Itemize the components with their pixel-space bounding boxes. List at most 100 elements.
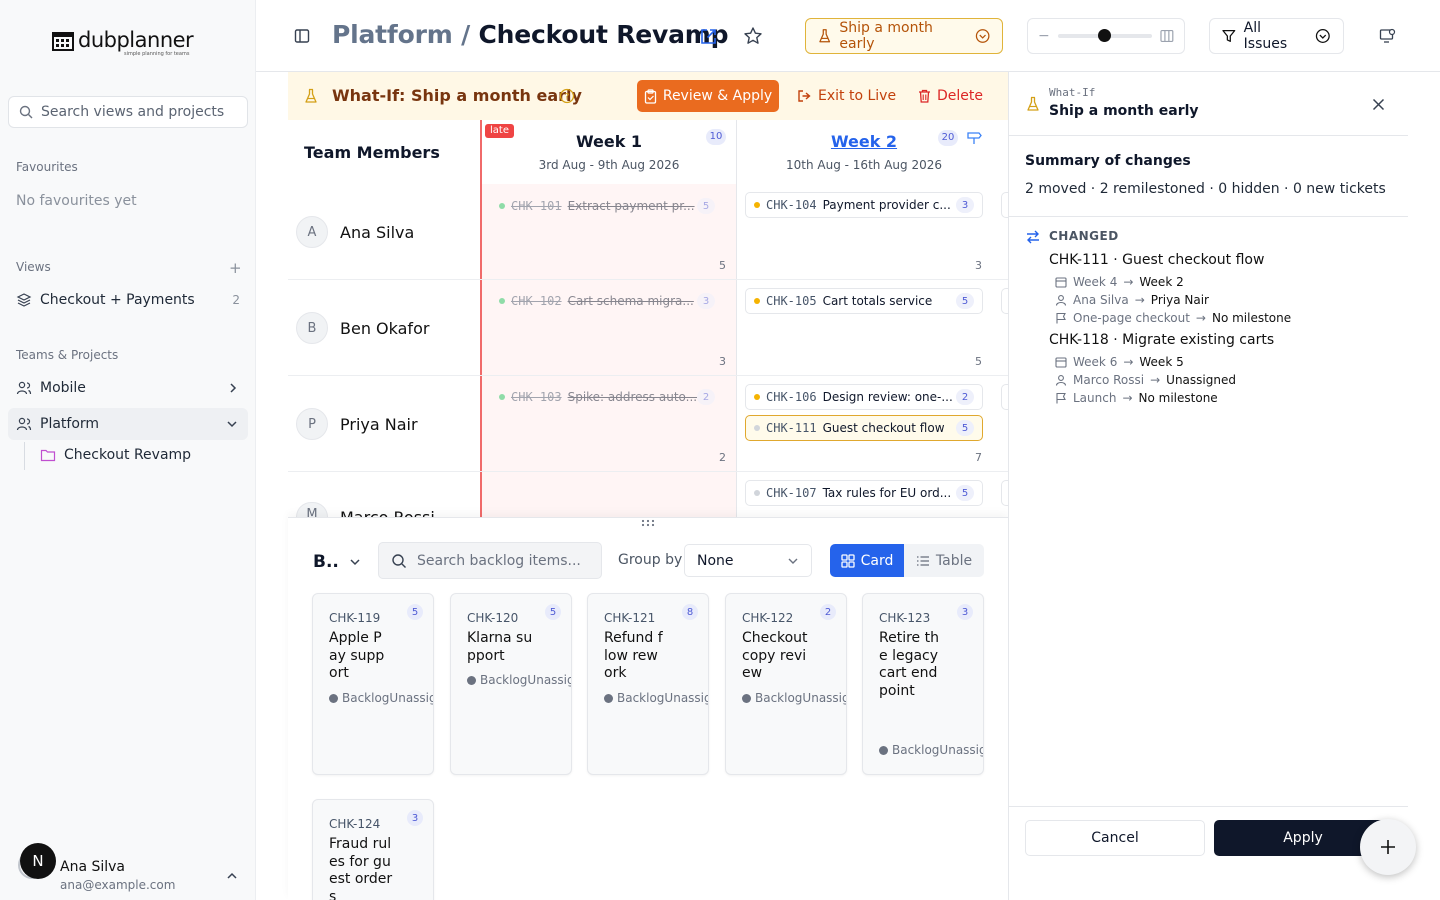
panel-title: Ship a month early: [1049, 103, 1199, 119]
flask-icon: [1027, 96, 1039, 111]
member-name[interactable]: Ana Silva: [340, 223, 414, 242]
ticket-card-changed[interactable]: CHK-111 Guest checkout flow 5: [745, 415, 983, 441]
status-dot: [754, 394, 760, 400]
sidebar-search[interactable]: Search views and projects: [8, 96, 248, 128]
backlog-card[interactable]: CHK-124 3 Fraud rules for guest orders: [312, 799, 434, 900]
ticket-card[interactable]: CHK-104 Payment provider c... 3: [745, 192, 983, 218]
ticket-title: Fraud rules for guest orders: [329, 836, 393, 900]
grid-icon: [840, 553, 855, 568]
ticket-card[interactable]: CHK-106 Design review: one-... 2: [745, 384, 983, 410]
teams-label: Teams & Projects: [16, 348, 119, 362]
backlog-card[interactable]: CHK-119 5 Apple Pay support BacklogUnass…: [312, 593, 434, 775]
change-week: Week 4 → Week 2: [1055, 275, 1184, 289]
zoom-control[interactable]: −: [1027, 18, 1185, 54]
ticket-points: 5: [956, 420, 974, 436]
backlog-card[interactable]: CHK-120 5 Klarna support BacklogUnassign…: [450, 593, 572, 775]
logo[interactable]: dubplanner simple planning for teams: [52, 28, 194, 57]
sidebar-item-checkout-payments[interactable]: Checkout + Payments 2: [8, 284, 248, 316]
issue-filter[interactable]: All Issues: [1209, 18, 1344, 54]
close-icon[interactable]: [1372, 98, 1385, 111]
signpost-icon[interactable]: [966, 131, 982, 145]
ticket-points: 2: [956, 389, 974, 405]
delete-scenario-button[interactable]: Delete: [918, 80, 983, 112]
change-from: Launch: [1073, 391, 1117, 405]
scenario-selector[interactable]: Ship a month early: [805, 18, 1003, 54]
chevron-down-icon[interactable]: [349, 557, 361, 567]
drag-handle-icon[interactable]: [641, 519, 655, 527]
sidebar-item-checkout-revamp[interactable]: Checkout Revamp: [32, 440, 248, 470]
external-link-icon[interactable]: [699, 27, 718, 46]
ticket-points: 5: [407, 604, 423, 620]
week-1-range: 3rd Aug - 9th Aug 2026: [538, 158, 680, 172]
floating-add-button[interactable]: [1360, 819, 1416, 875]
panel-kicker: What-If: [1049, 86, 1096, 99]
sidebar-toggle-icon[interactable]: [294, 28, 310, 44]
scenario-label: Ship a month early: [839, 20, 933, 52]
ticket-title: Checkout copy review: [742, 630, 808, 681]
status-dot: [499, 394, 505, 400]
breadcrumb-parent[interactable]: Platform: [332, 20, 453, 49]
member-name[interactable]: Priya Nair: [340, 415, 418, 434]
ticket-card[interactable]: CHK-105 Cart totals service 5: [745, 288, 983, 314]
status-dot: [467, 675, 476, 685]
cell-points-total: 5: [719, 259, 726, 272]
sidebar-item-mobile[interactable]: Mobile: [8, 372, 248, 404]
sidebar-item-platform[interactable]: Platform: [8, 408, 248, 440]
change-title[interactable]: CHK-111 · Guest checkout flow: [1049, 252, 1264, 268]
member-name[interactable]: Marco Rossi: [340, 508, 435, 517]
sidebar-item-label: Checkout + Payments: [40, 292, 195, 308]
favourites-label: Favourites: [16, 160, 78, 174]
backlog-search-input[interactable]: Search backlog items...: [378, 542, 602, 579]
clipboard-icon: [644, 88, 656, 104]
week-2-range: 10th Aug - 16th Aug 2026: [786, 158, 942, 172]
backlog-card[interactable]: CHK-121 8 Refund flow rework BacklogUnas…: [587, 593, 709, 775]
tree-line: [24, 442, 25, 470]
change-title[interactable]: CHK-118 · Migrate existing carts: [1049, 332, 1274, 348]
backlog-card[interactable]: CHK-123 3 Retire the legacy cart endpoin…: [862, 593, 984, 775]
users-icon: [16, 417, 32, 431]
sidebar-item-label: Platform: [40, 416, 100, 432]
ticket-title: Cart schema migra...: [567, 294, 694, 308]
flag-icon: [1056, 312, 1066, 324]
ticket-id: CHK-121: [604, 611, 656, 625]
ticket-card[interactable]: CHK-107 Tax rules for EU ord... 5: [745, 480, 983, 506]
columns-icon[interactable]: [1160, 29, 1174, 43]
ticket-id: CHK-106: [766, 390, 817, 404]
zoom-out-icon[interactable]: −: [1038, 28, 1050, 44]
ticket-card-moved[interactable]: CHK-101 Extract payment pr... 5: [490, 193, 724, 219]
card-view-toggle[interactable]: Card: [830, 544, 904, 577]
filter-label: All Issues: [1243, 20, 1288, 52]
panel-footer-divider: [1009, 806, 1408, 807]
review-apply-button[interactable]: Review & Apply: [637, 80, 779, 112]
ticket-card-moved[interactable]: CHK-103 Spike: address auto... 2: [490, 384, 724, 410]
ticket-id: CHK-111: [766, 421, 817, 435]
help-icon[interactable]: ?: [559, 88, 575, 104]
ticket-points: 3: [957, 604, 973, 620]
backlog-title[interactable]: B..: [313, 552, 339, 572]
zoom-slider-thumb[interactable]: [1097, 29, 1111, 42]
exit-to-live-button[interactable]: Exit to Live: [797, 80, 896, 112]
chevron-circle-icon: [975, 29, 990, 43]
whatif-title: What-If: Ship a month early: [332, 86, 582, 105]
star-icon[interactable]: [743, 26, 763, 46]
add-view-icon[interactable]: +: [229, 259, 242, 277]
change-to: Week 2: [1139, 275, 1184, 289]
group-by-select[interactable]: None: [684, 544, 812, 577]
backlog-card[interactable]: CHK-122 2 Checkout copy review BacklogUn…: [725, 593, 847, 775]
display-settings-icon[interactable]: [1379, 28, 1396, 44]
week-1-count: 10: [706, 129, 726, 145]
list-icon: [916, 555, 929, 566]
page-title: Platform / Checkout Revamp: [332, 20, 729, 49]
cancel-button[interactable]: Cancel: [1025, 820, 1205, 856]
ticket-points: 5: [956, 293, 974, 309]
svg-text:?: ?: [565, 93, 570, 103]
week-2-count: 20: [938, 130, 958, 146]
table-view-toggle[interactable]: Table: [904, 544, 984, 577]
chevron-up-icon: [227, 872, 237, 879]
avatar: N: [20, 843, 56, 879]
zoom-slider[interactable]: [1057, 29, 1153, 42]
user-menu[interactable]: N Ana Silva ana@example.com: [18, 843, 248, 893]
cell-points-total: 7: [975, 451, 982, 464]
ticket-card-moved[interactable]: CHK-102 Cart schema migra... 3: [490, 288, 724, 314]
member-name[interactable]: Ben Okafor: [340, 319, 429, 338]
